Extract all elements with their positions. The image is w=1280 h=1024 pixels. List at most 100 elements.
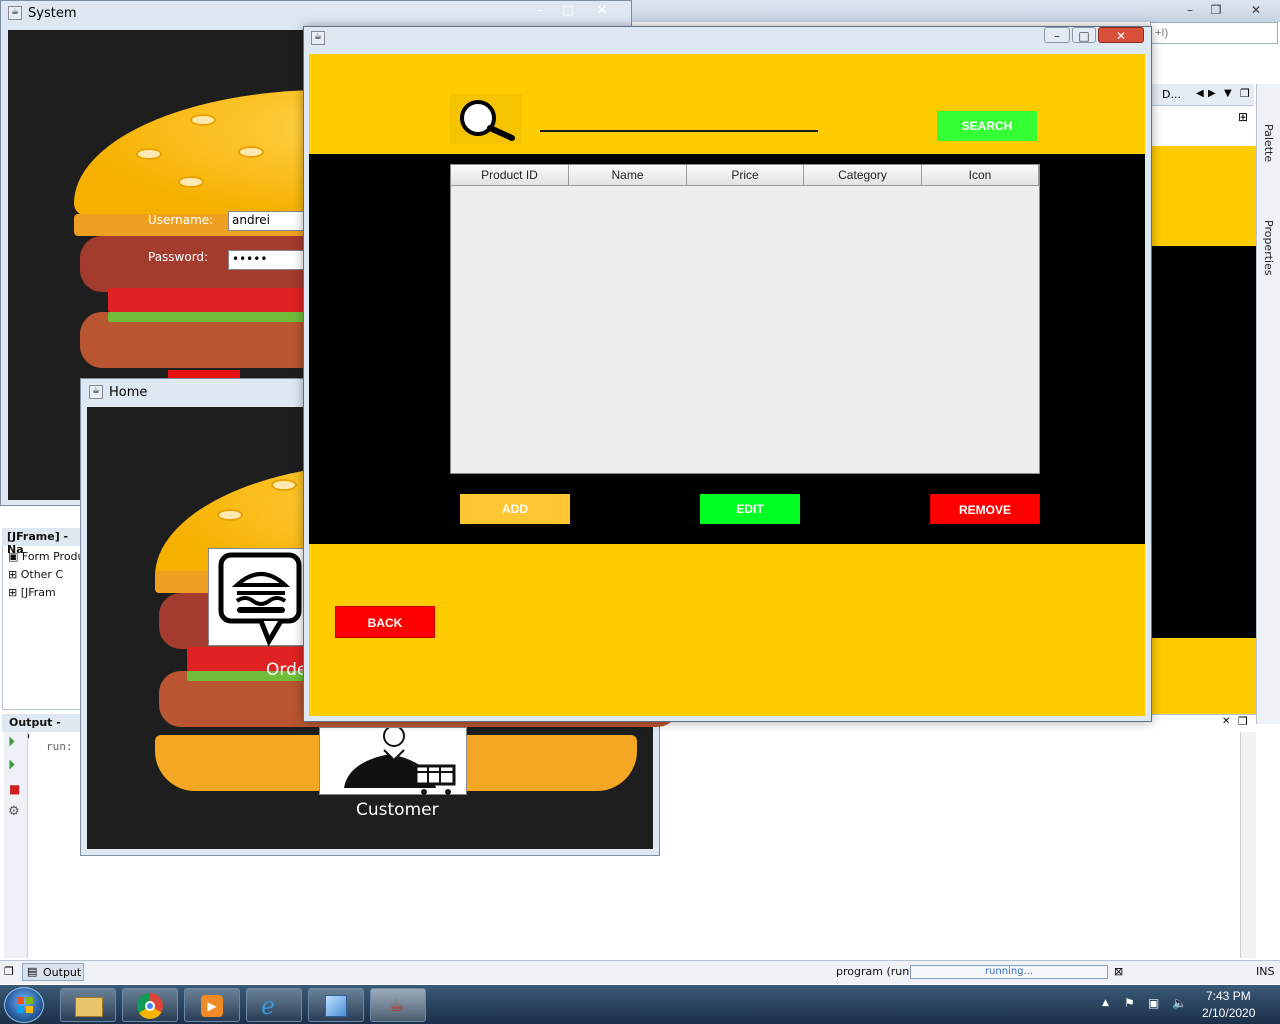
add-button[interactable]: ADD [460, 494, 570, 524]
username-label: Username: [148, 213, 214, 227]
design-tab[interactable]: D... [1162, 88, 1181, 101]
design-preview-top [1148, 146, 1256, 246]
navigator-title: [JFrame] - Na [2, 528, 84, 556]
maximize-button[interactable]: □ [556, 2, 580, 18]
maximize-window-icon[interactable]: ❐ [1238, 715, 1248, 728]
action-center-flag-icon[interactable]: ⚑ [1124, 996, 1135, 1010]
sesame-seed [136, 148, 162, 160]
sesame-seed [190, 114, 216, 126]
restore-window-icon[interactable]: ❐ [4, 965, 14, 978]
close-button[interactable]: ✕ [1098, 27, 1144, 43]
output-scrollbar[interactable] [1240, 732, 1256, 958]
palette-tab[interactable]: Palette [1262, 124, 1275, 162]
status-text: program (run) [836, 965, 914, 978]
minimize-button[interactable]: – [528, 2, 552, 18]
column-header-name[interactable]: Name [569, 165, 687, 186]
home-window-title: Home [109, 385, 148, 400]
navigator-item-other[interactable]: ⊞ Other C [8, 568, 63, 581]
java-cup-icon: ☕ [389, 995, 406, 1016]
username-field[interactable]: andrei [228, 211, 308, 231]
output-title: Output - pro [2, 714, 84, 742]
minimize-button[interactable]: – [1044, 27, 1070, 43]
properties-tab[interactable]: Properties [1262, 220, 1275, 276]
navigator-item-form[interactable]: ▣ Form Produ [8, 550, 85, 563]
java-icon: ☕ [311, 31, 325, 45]
chrome-taskbar-button[interactable] [122, 988, 178, 1022]
design-toolbar: D... ◀ ▶ ▼ ❐ [1150, 84, 1254, 106]
customer-cart-icon [344, 725, 456, 795]
magnifier-icon [450, 94, 522, 144]
output-toolbar: ⏵ ⏵ ■ ⚙ [4, 732, 28, 958]
column-header-category[interactable]: Category [804, 165, 922, 186]
media-player-taskbar-button[interactable]: ▶ [184, 988, 240, 1022]
folder-icon [75, 997, 103, 1017]
right-side-rail: Palette Properties [1256, 84, 1280, 724]
product-table[interactable]: Product ID Name Price Category Icon [450, 164, 1040, 474]
search-input[interactable] [540, 110, 818, 130]
volume-icon[interactable]: 🔈 [1172, 996, 1187, 1010]
dropdown-icon[interactable]: ▼ [1224, 88, 1232, 99]
column-header-product-id[interactable]: Product ID [451, 165, 569, 186]
burger-chat-icon [218, 552, 302, 647]
form-icon: ▣ [8, 550, 22, 563]
ie-taskbar-button[interactable]: e [246, 988, 302, 1022]
system-window-title: System [28, 6, 77, 21]
clock-time[interactable]: 7:43 PM [1206, 989, 1251, 1003]
output-icon: ▤ [27, 965, 38, 978]
network-icon[interactable]: ▣ [1148, 996, 1159, 1010]
restore-window-icon[interactable]: ❐ [1240, 87, 1250, 100]
design-preview-bottom [1148, 638, 1256, 714]
password-label: Password: [148, 250, 209, 264]
column-header-price[interactable]: Price [687, 165, 804, 186]
ide-restore-button[interactable]: ❐ [1206, 2, 1226, 18]
settings-icon[interactable]: ⚙ [8, 804, 20, 819]
show-hidden-icons[interactable]: ▲ [1102, 998, 1109, 1008]
netbeans-taskbar-button[interactable] [308, 988, 364, 1022]
expand-icon[interactable]: ⊞ [8, 586, 21, 599]
back-button[interactable]: BACK [335, 606, 435, 638]
start-button[interactable] [4, 987, 44, 1023]
order-label: Orde [266, 660, 308, 680]
search-underline [540, 130, 818, 132]
rerun-icon[interactable]: ⏵ [8, 734, 15, 750]
order-button[interactable] [208, 548, 304, 647]
close-button[interactable]: ✕ [588, 2, 616, 18]
remove-button[interactable]: REMOVE [930, 494, 1040, 524]
ide-search-input[interactable] [1150, 22, 1278, 44]
plus-icon[interactable]: ⊞ [1238, 110, 1248, 124]
chrome-icon [137, 993, 163, 1019]
ide-close-button[interactable]: ✕ [1244, 2, 1268, 18]
clock-date[interactable]: 2/10/2020 [1202, 1006, 1255, 1020]
nav-right-icon[interactable]: ▶ [1208, 88, 1216, 99]
explorer-taskbar-button[interactable] [60, 988, 116, 1022]
navigator-item-jframe[interactable]: ⊞ [JFram [8, 586, 56, 599]
netbeans-cube-icon [325, 995, 347, 1017]
close-icon[interactable]: ✕ [1222, 716, 1230, 727]
output-text: run: [46, 740, 73, 753]
design-preview-middle [1148, 246, 1256, 638]
progress-bar: running... [910, 965, 1108, 979]
sesame-seed [178, 176, 204, 188]
password-field[interactable]: ••••• [228, 250, 308, 270]
stop-icon[interactable]: ■ [9, 782, 20, 796]
sesame-seed [271, 479, 297, 491]
play-icon: ▶ [201, 995, 223, 1017]
internet-explorer-icon: e [261, 992, 276, 1020]
output-tab[interactable]: ▤ Output [22, 963, 84, 981]
java-icon: ☕ [89, 385, 103, 399]
nav-left-icon[interactable]: ◀ [1196, 88, 1204, 99]
ide-minimize-button[interactable]: – [1180, 2, 1200, 18]
java-taskbar-button[interactable]: ☕ [370, 988, 426, 1022]
search-button[interactable]: SEARCH [937, 111, 1037, 141]
customer-button[interactable] [319, 725, 467, 795]
insert-mode-indicator: INS [1256, 965, 1275, 978]
java-icon: ☕ [8, 6, 22, 20]
customer-label: Customer [356, 800, 439, 820]
rerun-debug-icon[interactable]: ⏵ [8, 757, 15, 773]
column-header-icon[interactable]: Icon [922, 165, 1039, 186]
sesame-seed [238, 146, 264, 158]
maximize-button[interactable]: □ [1072, 27, 1096, 43]
edit-button[interactable]: EDIT [700, 494, 800, 524]
expand-icon[interactable]: ⊞ [8, 568, 21, 581]
cancel-process-icon[interactable]: ⊠ [1114, 965, 1123, 978]
